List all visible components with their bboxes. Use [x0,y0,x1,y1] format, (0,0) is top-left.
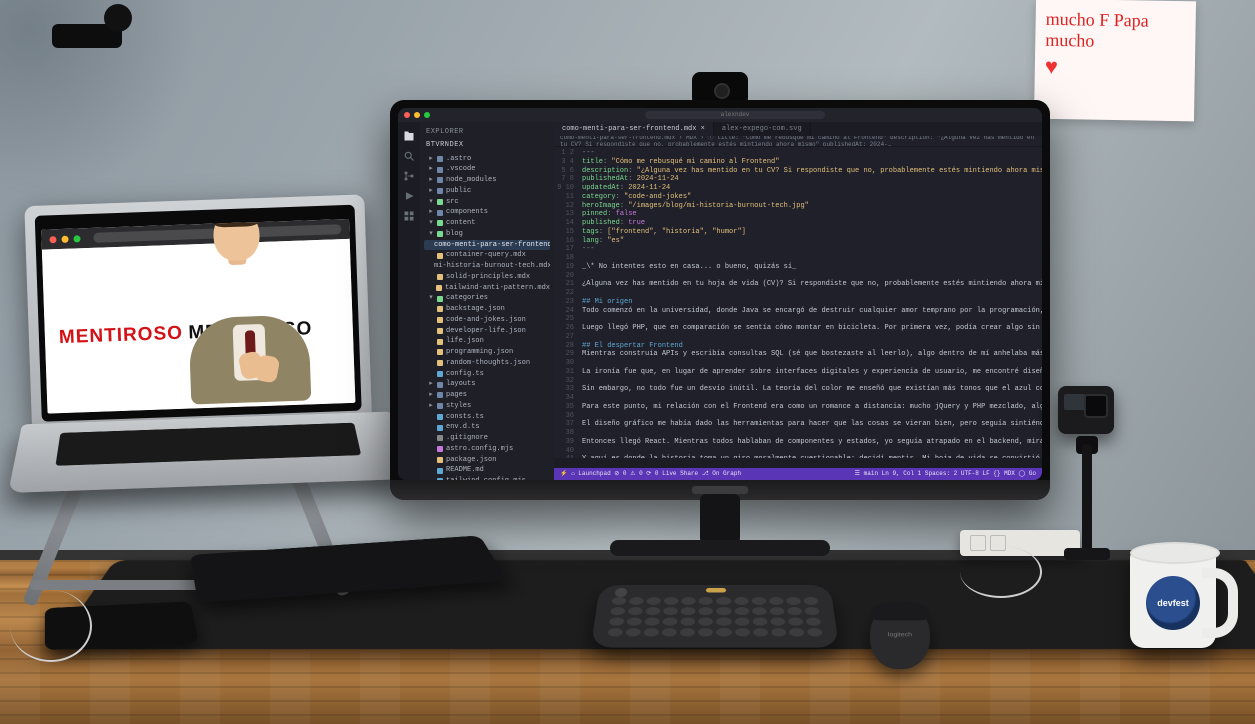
code-area[interactable]: 1 2 3 4 5 6 7 8 9 10 11 12 13 14 15 16 1… [554,147,1042,458]
mouse-brand: logitech [870,632,930,637]
tree-item[interactable]: code-and-jokes.json [424,315,550,326]
heart-icon: ♥ [1045,54,1185,82]
mouse: logitech [869,602,932,670]
status-right[interactable]: ☰ main Ln 9, Col 1 Spaces: 2 UTF-8 LF {}… [855,470,1036,478]
tree-item[interactable]: container-query.mdx [424,250,550,261]
tree-item[interactable]: life.json [424,336,550,347]
tree-item[interactable]: tailwind-anti-pattern.mdx [424,283,550,294]
laptop-keyboard [8,412,410,493]
source-control-icon[interactable] [403,170,415,182]
status-left[interactable]: ⚡ ⌂ Launchpad ⊘ 0 ⚠ 0 ⟳ 0 Live Share ⎇ O… [560,470,741,478]
tree-item[interactable]: ▾content [424,218,550,229]
editor-tabs: como-menti-para-ser-frontend.mdx ×alex-e… [554,122,1042,136]
tree-item[interactable]: mi-historia-burnout-tech.mdx [424,261,550,272]
tree-item[interactable]: ▸layouts [424,379,550,390]
bluetooth-keyboard [591,585,840,648]
sticky-note: mucho F Papa mucho ♥ [1034,0,1196,121]
tree-item[interactable]: package.json [424,455,550,466]
editor-group: como-menti-para-ser-frontend.mdx ×alex-e… [554,122,1042,480]
movie-poster: MENTIROSO MENTIROSO [42,239,356,414]
monitor-base [610,540,830,556]
tree-item[interactable]: backstage.json [424,304,550,315]
laptop-screen: MENTIROSO MENTIROSO [41,219,355,414]
activity-bar [398,122,420,480]
explorer-icon[interactable] [403,130,415,142]
file-tree: ▸.astro▸.vscode▸node_modules▸public▾src▸… [424,154,550,481]
tree-item[interactable]: ▸pages [424,390,550,401]
keyboard-dial [614,588,627,597]
explorer-title: EXPLORER [426,128,550,137]
extensions-icon[interactable] [403,210,415,222]
traffic-min-icon [61,235,68,242]
laptop: MENTIROSO MENTIROSO [14,194,395,537]
tree-item[interactable]: config.ts [424,369,550,380]
panel-strip [554,458,1042,468]
tree-item[interactable]: ▾categories [424,293,550,304]
tree-item[interactable]: ▸public [424,186,550,197]
explorer-sidebar: EXPLORER BTVRNDEX ▸.astro▸.vscode▸node_m… [420,122,554,480]
code-lines[interactable]: --- title: "Cómo me rebusqué mi camino a… [578,147,1042,458]
vscode-titlebar: alexndev [398,108,1042,122]
person-figure [172,250,325,405]
traffic-close-icon [49,236,56,243]
command-center[interactable]: alexndev [645,111,825,119]
tree-item[interactable]: ▸node_modules [424,175,550,186]
tree-item[interactable]: .gitignore [424,433,550,444]
traffic-max-icon [73,235,80,242]
tree-item[interactable]: ▸.vscode [424,164,550,175]
mug-text: devfest [1157,599,1189,608]
traffic-close-icon[interactable] [404,112,410,118]
desk-clamp [12,0,152,64]
traffic-min-icon[interactable] [414,112,420,118]
tree-item[interactable]: como-menti-para-ser-frontend.mdx [424,240,550,251]
keyboard-accent [706,588,726,593]
vscode-window: alexndev EXPLORER BTVRNDEX ▸.astro▸.vsco… [398,108,1042,480]
search-icon[interactable] [403,150,415,162]
cable [10,590,92,662]
mug-logo: devfest [1146,576,1200,630]
tree-item[interactable]: ▾blog [424,229,550,240]
cable [960,546,1042,598]
monitor-neck [700,494,740,544]
note-line-2: mucho [1045,29,1185,52]
action-camera [1046,380,1126,560]
status-bar: ⚡ ⌂ Launchpad ⊘ 0 ⚠ 0 ⟳ 0 Live Share ⎇ O… [554,468,1042,480]
movie-title-word-1: MENTIROSO [59,323,184,348]
keyboard-keys [607,597,823,639]
traffic-max-icon[interactable] [424,112,430,118]
debug-icon[interactable] [403,190,415,202]
editor-tab[interactable]: alex-expego-com.svg [714,122,811,136]
photo-scene: mucho F Papa mucho ♥ MENTIROSO MENTIROSO [0,0,1255,724]
editor-tab[interactable]: como-menti-para-ser-frontend.mdx × [554,122,714,136]
tree-item[interactable]: env.d.ts [424,422,550,433]
note-line-1: mucho F Papa [1046,9,1186,32]
tree-item[interactable]: astro.config.mjs [424,444,550,455]
external-monitor: alexndev EXPLORER BTVRNDEX ▸.astro▸.vsco… [390,100,1050,500]
coffee-mug: devfest [1120,540,1230,656]
tree-item[interactable]: ▸components [424,207,550,218]
tree-item[interactable]: consts.ts [424,412,550,423]
monitor-panel: alexndev EXPLORER BTVRNDEX ▸.astro▸.vsco… [398,108,1042,480]
breadcrumbs[interactable]: como-menti-para-ser-frontend.mdx › MDX ›… [554,136,1042,147]
line-gutter: 1 2 3 4 5 6 7 8 9 10 11 12 13 14 15 16 1… [554,147,578,458]
project-name[interactable]: BTVRNDEX [426,141,550,150]
tree-item[interactable]: random-thoughts.json [424,358,550,369]
tree-item[interactable]: programming.json [424,347,550,358]
tree-item[interactable]: README.md [424,465,550,476]
tree-item[interactable]: ▾src [424,197,550,208]
tree-item[interactable]: solid-principles.mdx [424,272,550,283]
tree-item[interactable]: ▸.astro [424,154,550,165]
tree-item[interactable]: ▸styles [424,401,550,412]
tree-item[interactable]: developer-life.json [424,326,550,337]
